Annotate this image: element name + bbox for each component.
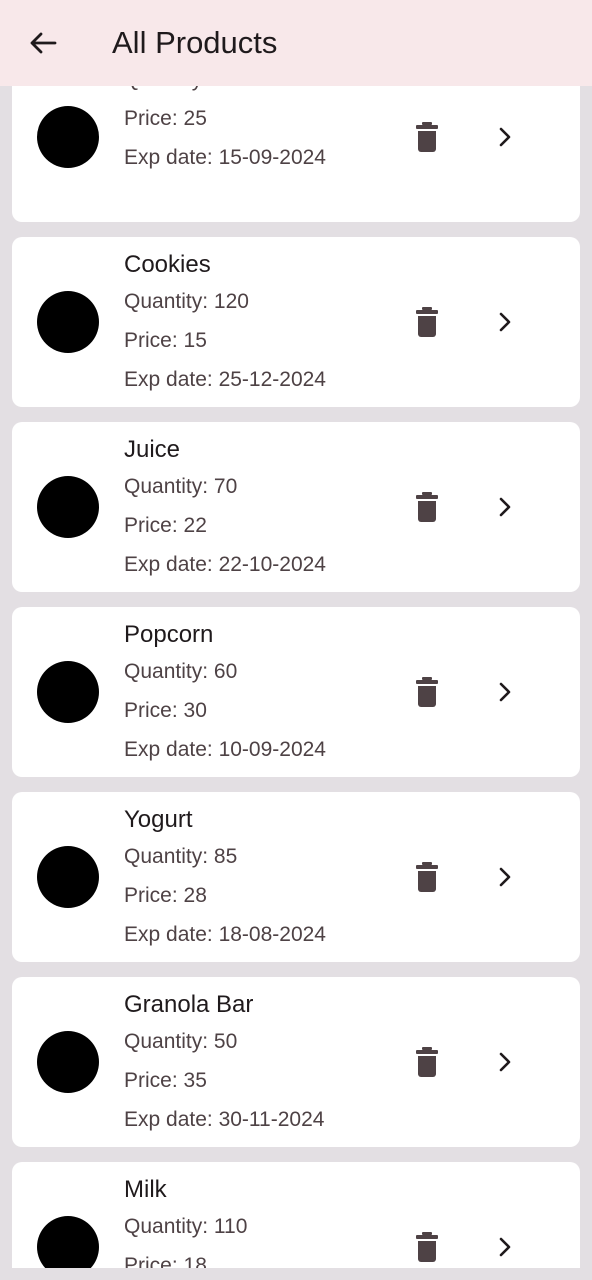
product-avatar [37, 106, 99, 168]
product-name: Cookies [124, 251, 211, 278]
open-detail-button[interactable] [490, 118, 520, 156]
chevron-right-icon [499, 867, 511, 887]
price-text: Price: 35 [124, 1069, 207, 1092]
trash-icon [416, 677, 438, 707]
product-avatar [37, 291, 99, 353]
delete-button[interactable] [410, 1228, 444, 1266]
delete-button[interactable] [410, 673, 444, 711]
product-avatar [37, 1216, 99, 1268]
open-detail-button[interactable] [490, 858, 520, 896]
trash-icon [416, 492, 438, 522]
chevron-right-icon [499, 312, 511, 332]
product-list[interactable]: Quantity: 80 Price: 25 Exp date: 15-09-2… [0, 0, 592, 1280]
open-detail-button[interactable] [490, 303, 520, 341]
product-card[interactable]: Juice Quantity: 70 Price: 22 Exp date: 2… [12, 422, 580, 592]
quantity-text: Quantity: 120 [124, 290, 249, 313]
exp-date-text: Exp date: 15-09-2024 [124, 146, 326, 169]
trash-icon [416, 307, 438, 337]
price-text: Price: 30 [124, 699, 207, 722]
quantity-text: Quantity: 50 [124, 1030, 238, 1053]
chevron-right-icon [499, 1052, 511, 1072]
delete-button[interactable] [410, 1043, 444, 1081]
chevron-right-icon [499, 497, 511, 517]
chevron-right-icon [499, 1237, 511, 1257]
back-button[interactable] [22, 22, 64, 64]
exp-date-text: Exp date: 30-11-2024 [124, 1108, 325, 1131]
product-avatar [37, 661, 99, 723]
trash-icon [416, 1232, 438, 1262]
product-avatar [37, 1031, 99, 1093]
trash-icon [416, 862, 438, 892]
product-card[interactable]: Granola Bar Quantity: 50 Price: 35 Exp d… [12, 977, 580, 1147]
price-text: Price: 18 [124, 1254, 207, 1268]
arrow-left-icon [30, 32, 57, 54]
delete-button[interactable] [410, 118, 444, 156]
product-name: Popcorn [124, 621, 214, 648]
chevron-right-icon [499, 127, 511, 147]
price-text: Price: 22 [124, 514, 207, 537]
product-card[interactable]: Cookies Quantity: 120 Price: 15 Exp date… [12, 237, 580, 407]
exp-date-text: Exp date: 22-10-2024 [124, 553, 326, 576]
product-card[interactable]: Yogurt Quantity: 85 Price: 28 Exp date: … [12, 792, 580, 962]
product-card[interactable]: Popcorn Quantity: 60 Price: 30 Exp date:… [12, 607, 580, 777]
product-name: Juice [124, 436, 181, 463]
price-text: Price: 25 [124, 107, 207, 130]
chevron-right-icon [499, 682, 511, 702]
price-text: Price: 15 [124, 329, 207, 352]
delete-button[interactable] [410, 488, 444, 526]
quantity-text: Quantity: 110 [124, 1215, 248, 1238]
price-text: Price: 28 [124, 884, 207, 907]
open-detail-button[interactable] [490, 488, 520, 526]
app-bar: All Products [0, 0, 592, 86]
open-detail-button[interactable] [490, 1043, 520, 1081]
open-detail-button[interactable] [490, 1228, 520, 1266]
trash-icon [416, 122, 438, 152]
page-title: All Products [112, 25, 278, 60]
delete-button[interactable] [410, 858, 444, 896]
quantity-text: Quantity: 60 [124, 660, 238, 683]
trash-icon [416, 1047, 438, 1077]
product-name: Granola Bar [124, 991, 254, 1018]
product-avatar [37, 846, 99, 908]
product-card[interactable]: Milk Quantity: 110 Price: 18 [12, 1162, 580, 1268]
quantity-text: Quantity: 85 [124, 845, 238, 868]
quantity-text: Quantity: 70 [124, 475, 238, 498]
product-avatar [37, 476, 99, 538]
exp-date-text: Exp date: 18-08-2024 [124, 923, 326, 946]
exp-date-text: Exp date: 25-12-2024 [124, 368, 326, 391]
product-name: Milk [124, 1176, 167, 1203]
open-detail-button[interactable] [490, 673, 520, 711]
delete-button[interactable] [410, 303, 444, 341]
exp-date-text: Exp date: 10-09-2024 [124, 738, 326, 761]
product-name: Yogurt [124, 806, 193, 833]
